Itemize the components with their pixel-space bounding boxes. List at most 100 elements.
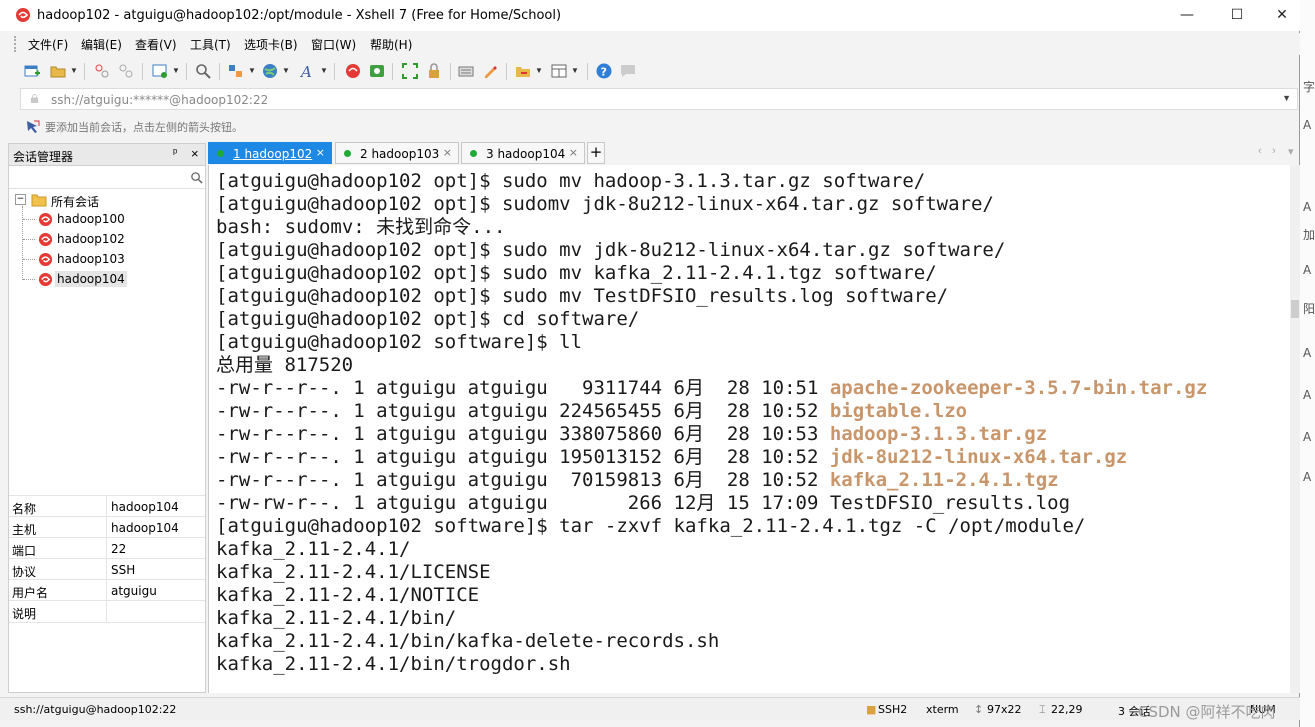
archive-filename: apache-zookeeper-3.5.7-bin.tar.gz [829,377,1208,399]
chat-icon[interactable] [620,63,636,79]
open-folder-icon[interactable] [50,63,66,79]
close-button[interactable]: ✕ [1259,0,1305,31]
chevron-down-icon[interactable]: ▼ [320,66,328,75]
chevron-down-icon[interactable]: ▼ [571,66,579,75]
toolbar-separator [506,63,507,80]
tab-scroll-right-icon[interactable]: › [1272,145,1276,157]
transfer-icon[interactable] [515,63,531,79]
property-row: 名称 hadoop104 [9,495,205,517]
terminal-line: kafka_2.11-2.4.1/bin/kafka-delete-record… [216,630,720,652]
csdn-watermark: CSDN @阿祥不吃肉 [1138,703,1276,721]
terminal-line: bash: sudomv: 未找到命令... [216,216,506,238]
background-text: A [1303,470,1312,484]
session-item-hadoop102[interactable]: hadoop102 [23,231,203,249]
chevron-down-icon[interactable]: ▼ [1282,93,1291,103]
menu-window[interactable]: 窗口(W) [311,36,356,53]
connected-status-icon [344,150,351,157]
fullscreen-icon[interactable] [402,63,418,79]
keyboard-icon[interactable] [458,63,474,79]
tab-list-icon[interactable]: ▾ [1288,145,1294,158]
tab-hadoop102[interactable]: 1 hadoop102 × [208,142,332,164]
chevron-down-icon[interactable]: ▼ [172,66,180,75]
background-text: A [1303,388,1312,402]
add-tab-button[interactable]: + [587,142,605,164]
status-connection: ssh://atguigu@hadoop102:22 [14,703,177,716]
tab-label: 1 hadoop102 [233,147,313,161]
background-text: 字 [1303,80,1315,94]
background-text: A [1303,118,1312,132]
menu-tabs[interactable]: 选项卡(B) [244,36,298,53]
session-item-hadoop104[interactable]: hadoop104 [23,271,203,289]
terminal-line: kafka_2.11-2.4.1/bin/trogdor.sh [216,653,571,675]
tree-connector [23,259,35,260]
column-divider [106,580,107,601]
font-icon[interactable]: A [300,63,316,79]
session-label: hadoop103 [57,252,125,266]
close-icon[interactable]: × [569,146,578,159]
properties-icon[interactable] [152,63,168,79]
menu-file[interactable]: 文件(F) [28,36,68,53]
toolbar: ▼ ▼ ▼ ▼ A ▼ ▼ ▼ ? [0,57,1300,85]
archive-filename: kafka_2.11-2.4.1.tgz [829,469,1059,491]
xftp-icon[interactable] [369,63,385,79]
tile-windows-icon[interactable] [551,63,567,79]
address-bar[interactable]: ssh://atguigu:******@hadoop102:22 ▼ [20,88,1298,110]
chevron-down-icon[interactable]: ▼ [535,66,543,75]
minimize-button[interactable]: — [1164,0,1210,31]
tab-label: 3 hadoop104 [486,147,566,161]
menu-tools[interactable]: 工具(T) [190,36,231,53]
search-icon[interactable] [190,171,203,184]
property-key: 主机 [12,523,37,537]
status-protocol: SSH2 [878,703,908,716]
chevron-down-icon[interactable]: ▼ [70,66,78,75]
chevron-down-icon[interactable]: ▼ [248,66,256,75]
connected-status-icon [470,150,477,157]
tab-hadoop103[interactable]: 2 hadoop103 × [335,142,459,164]
address-input[interactable]: ssh://atguigu:******@hadoop102:22 [51,93,268,107]
session-item-hadoop100[interactable]: hadoop100 [23,211,203,229]
status-cursor: 22,29 [1051,703,1083,716]
pin-icon[interactable]: ᵖ [173,147,177,159]
disconnect-icon[interactable] [118,63,134,79]
scrollbar-thumb[interactable] [1291,300,1299,318]
new-session-icon[interactable] [24,63,40,79]
status-bar: ssh://atguigu@hadoop102:22 ■ SSH2 xterm … [0,697,1300,721]
help-icon[interactable]: ? [596,63,612,79]
folder-icon [31,194,47,207]
session-manager-header: 会话管理器 ᵖ × [9,144,205,166]
property-row: 主机 hadoop104 [9,516,205,538]
bookmark-arrow-icon[interactable] [26,120,40,134]
collapse-toggle-icon[interactable]: − [15,194,26,205]
tree-root-all-sessions[interactable]: − 所有会话 [13,192,203,210]
session-search-input[interactable] [9,168,205,189]
property-key: 用户名 [12,586,49,600]
terminal-line: 总用量 817520 [216,354,354,376]
search-icon[interactable] [195,63,211,79]
lock-icon[interactable] [426,63,442,79]
tab-hadoop104[interactable]: 3 hadoop104 × [461,142,585,164]
property-value: atguigu [111,584,157,598]
size-icon: ↕ [974,703,984,716]
close-icon[interactable]: × [191,146,199,161]
highlight-pen-icon[interactable] [482,63,498,79]
close-icon[interactable]: × [443,146,452,159]
session-item-hadoop103[interactable]: hadoop103 [23,251,203,269]
terminal-output[interactable]: [atguigu@hadoop102 opt]$ sudo mv hadoop-… [208,165,1291,693]
property-key: 说明 [12,607,37,621]
chevron-down-icon[interactable]: ▼ [282,66,290,75]
terminal-scrollbar[interactable] [1290,165,1300,693]
maximize-button[interactable]: ☐ [1214,0,1260,31]
close-icon[interactable]: × [316,146,325,159]
property-row: 端口 22 [9,537,205,559]
menu-view[interactable]: 查看(V) [135,36,177,53]
file-listing-info: -rw-r--r--. 1 atguigu atguigu 338075860 … [216,423,830,445]
property-key: 名称 [12,502,37,516]
menu-edit[interactable]: 编辑(E) [81,36,122,53]
menu-help[interactable]: 帮助(H) [370,36,412,53]
xshell-icon[interactable] [345,63,361,79]
property-key: 协议 [12,565,37,579]
reconnect-icon[interactable] [94,63,110,79]
tab-scroll-left-icon[interactable]: ‹ [1258,145,1262,157]
globe-icon[interactable] [262,63,278,79]
layout-icon[interactable] [228,63,244,79]
